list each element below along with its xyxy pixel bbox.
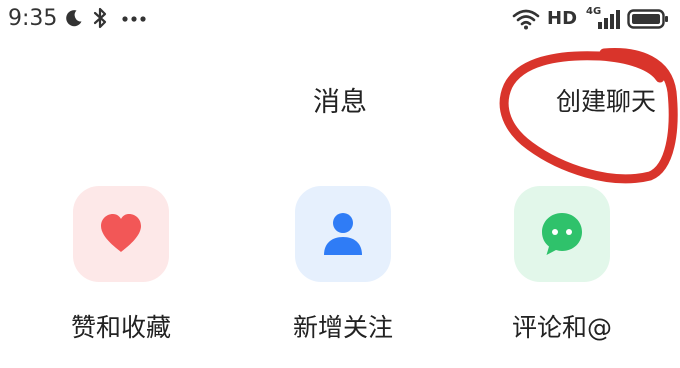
comments-tile[interactable]: [514, 186, 610, 282]
comments-and-mentions-shortcut[interactable]: 评论和@: [462, 186, 662, 356]
likes-and-favorites-shortcut[interactable]: 赞和收藏: [21, 186, 221, 356]
page-title: 消息: [313, 87, 367, 118]
signal-icon: [598, 10, 620, 29]
status-bar: 9:35 HD 4G: [0, 0, 680, 40]
likes-tile[interactable]: [73, 186, 169, 282]
create-chat-button[interactable]: 创建聊天: [556, 82, 656, 118]
chat-bubble-icon: [542, 213, 582, 255]
person-icon: [324, 213, 362, 255]
heart-icon: [101, 214, 141, 252]
likes-label: 赞和收藏: [70, 313, 171, 342]
status-time: 9:35: [8, 6, 58, 31]
follows-tile[interactable]: [295, 186, 391, 282]
follows-label: 新增关注: [292, 313, 393, 342]
new-followers-shortcut[interactable]: 新增关注: [243, 186, 443, 356]
bluetooth-icon: [93, 7, 107, 29]
more-dots-icon: [122, 16, 146, 22]
battery-icon: [627, 9, 668, 29]
hd-indicator: HD: [547, 8, 578, 29]
comments-label: 评论和@: [511, 313, 612, 342]
moon-icon: [66, 10, 82, 27]
wifi-icon: [512, 9, 540, 30]
